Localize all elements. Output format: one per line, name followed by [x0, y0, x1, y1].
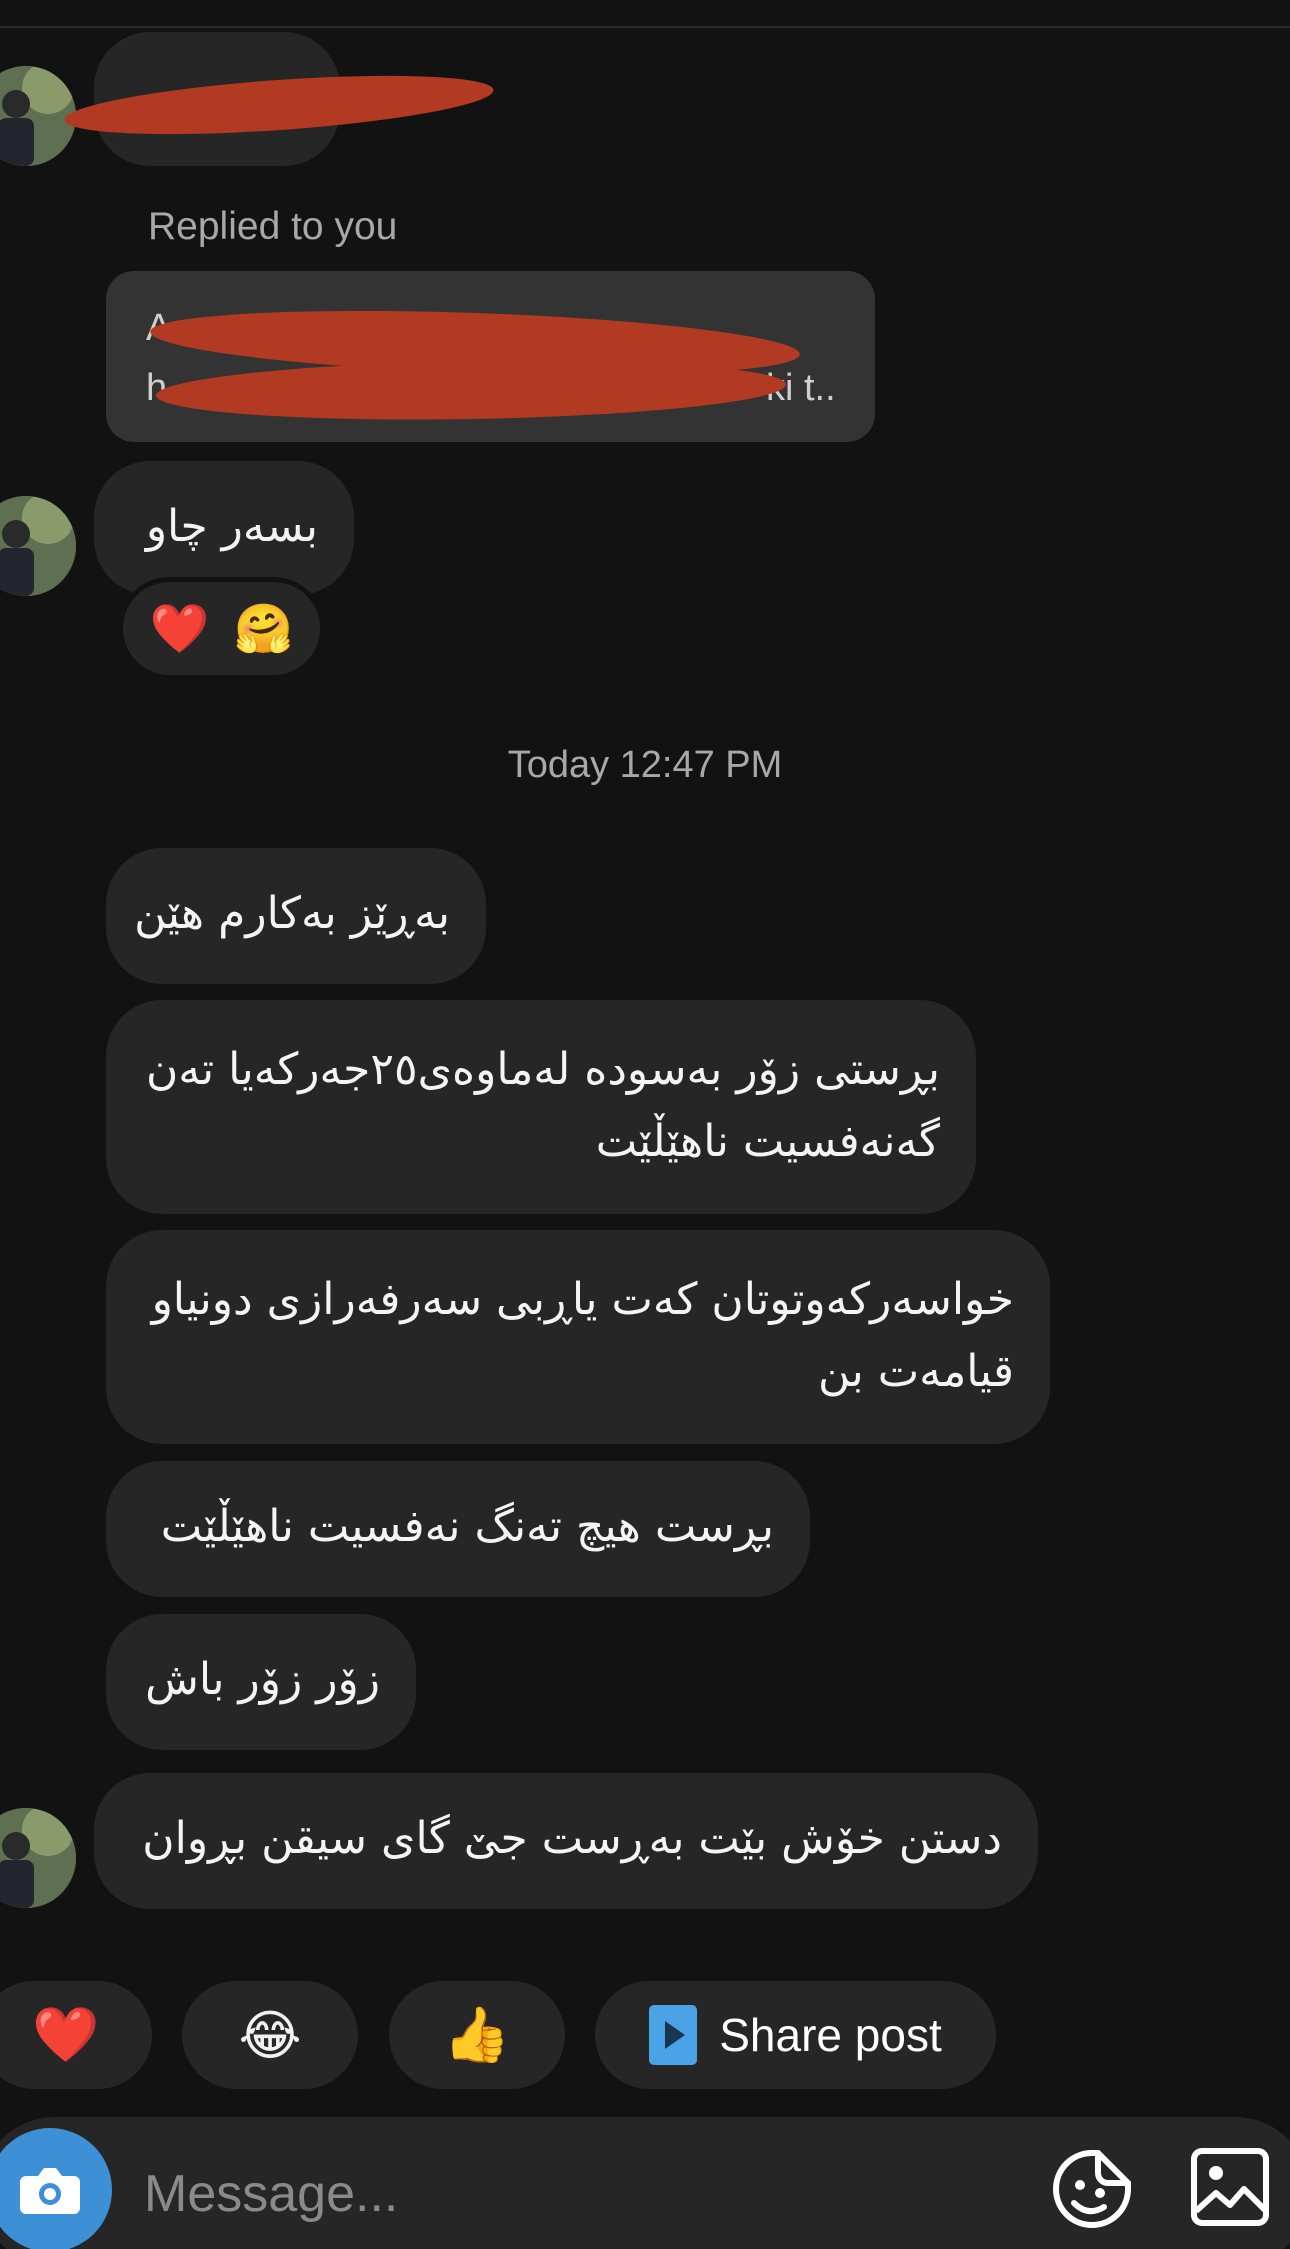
laughing-face-icon: 😂 — [238, 2003, 302, 2067]
avatar[interactable] — [0, 66, 76, 166]
quick-reply-heart-button[interactable]: ❤️ — [0, 1981, 152, 2089]
message-bubble[interactable]: زۆر زۆر باش — [106, 1614, 416, 1750]
timestamp-divider: Today 12:47 PM — [507, 744, 783, 786]
message-text-line: خواسەرکەوتوتان کەت یاڕبی سەرفەرازی دونیا… — [151, 1274, 1014, 1325]
quick-reply-laugh-button[interactable]: 😂 — [182, 1981, 358, 2089]
message-text-line: بڕستی زۆر بەسودە لەماوەی٢٥جەرکەیا تەن — [145, 1044, 940, 1095]
message-bubble[interactable]: خواسەرکەوتوتان کەت یاڕبی سەرفەرازی دونیا… — [106, 1230, 1050, 1444]
header-divider — [0, 26, 1290, 28]
message-text: بڕست هیچ تەنگ نەفسیت ناهێڵێت — [160, 1501, 774, 1552]
heart-reaction-icon: ❤️ — [149, 601, 210, 657]
message-text-line: گەنەفسیت ناهێڵێت — [595, 1116, 940, 1167]
gallery-icon[interactable] — [1190, 2147, 1270, 2227]
heart-icon: ❤️ — [32, 2003, 100, 2066]
message-bubble[interactable]: بەڕێز بەکارم هێن — [106, 848, 486, 984]
redaction-mark — [62, 65, 496, 145]
message-input[interactable] — [142, 2153, 926, 2235]
message-bubble[interactable]: دستن خۆش بێت بەڕست جێ گای سیقن بڕوان — [94, 1773, 1038, 1909]
reply-caption: Replied to you — [148, 205, 398, 248]
message-text-line: قیامەت بن — [817, 1346, 1014, 1397]
quick-reply-thumbs-up-button[interactable]: 👍 — [389, 1981, 565, 2089]
hug-reaction-icon: 🤗 — [233, 601, 294, 657]
message-text: زۆر زۆر باش — [145, 1654, 380, 1705]
message-reactions[interactable]: ❤️ 🤗 — [118, 577, 325, 680]
share-post-button[interactable]: Share post — [595, 1981, 996, 2089]
share-post-label: Share post — [719, 2009, 942, 2061]
message-bubble-redacted[interactable] — [62, 32, 496, 166]
message-text: بەڕێز بەکارم هێن — [134, 888, 450, 939]
share-post-icon — [649, 2005, 698, 2065]
thumbs-up-icon: 👍 — [443, 2003, 511, 2066]
message-bubble[interactable]: بسەر چاو — [94, 461, 354, 595]
reply-preview[interactable]: A h ki t.. — [106, 271, 875, 442]
message-bubble[interactable]: بڕست هیچ تەنگ نەفسیت ناهێڵێت — [106, 1461, 810, 1597]
camera-icon — [20, 2168, 80, 2214]
message-text: بسەر چاو — [145, 501, 318, 552]
redaction-mark — [155, 355, 787, 425]
avatar[interactable] — [0, 496, 76, 596]
dm-thread-screen: Replied to you A h ki t.. بسەر چاو ❤️ 🤗 … — [0, 0, 1290, 2249]
avatar[interactable] — [0, 1808, 76, 1908]
sticker-icon[interactable] — [1050, 2147, 1134, 2231]
message-text: دستن خۆش بێت بەڕست جێ گای سیقن بڕوان — [142, 1813, 1002, 1864]
message-bubble[interactable]: بڕستی زۆر بەسودە لەماوەی٢٥جەرکەیا تەن گە… — [106, 1000, 976, 1214]
